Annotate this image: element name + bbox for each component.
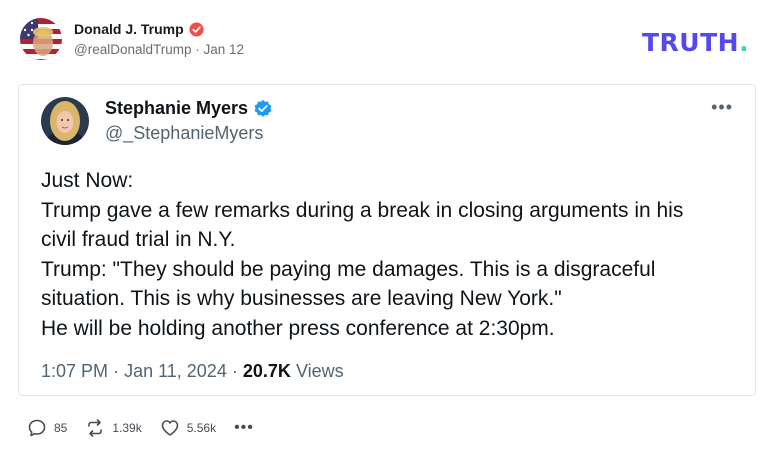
tweet-header: Stephanie Myers @_StephanieMyers	[41, 97, 273, 145]
avatar[interactable]	[20, 18, 62, 60]
reply-button[interactable]: 85	[27, 418, 67, 438]
post-actions: 85 1.39k 5.56k •••	[27, 418, 272, 438]
reply-count: 85	[54, 421, 68, 435]
views-label: Views	[295, 361, 344, 381]
tweet-line: Trump: "They should be paying me damages…	[41, 257, 656, 281]
author-name[interactable]: Donald J. Trump	[74, 21, 184, 37]
heart-icon	[161, 420, 179, 436]
tweet-body: Just Now: Trump gave a few remarks durin…	[41, 166, 731, 343]
separator: ·	[113, 361, 120, 381]
tweet-line: situation. This is why businesses are le…	[41, 287, 562, 310]
tweet-line: Trump gave a few remarks during a break …	[41, 198, 684, 222]
separator: ·	[231, 361, 238, 381]
post-header: Donald J. Trump @realDonaldTrump · Jan 1…	[20, 18, 244, 60]
tweet-more-options-button[interactable]: •••	[711, 97, 733, 118]
like-count: 5.56k	[186, 421, 217, 435]
separator: ·	[195, 42, 200, 57]
retruth-count: 1.39k	[112, 421, 142, 435]
tweet-date[interactable]: Jan 11, 2024	[124, 361, 227, 381]
embedded-tweet-card[interactable]: Stephanie Myers @_StephanieMyers ••• Jus…	[18, 84, 756, 396]
verified-badge-icon	[189, 21, 204, 37]
post-date[interactable]: Jan 12	[204, 42, 245, 57]
tweet-line: He will be holding another press confere…	[41, 316, 555, 340]
like-button[interactable]: 5.56k	[160, 418, 216, 438]
truth-logo[interactable]: TRUTH.	[642, 28, 749, 57]
tweet-line: Just Now:	[41, 169, 134, 192]
reply-icon	[28, 419, 46, 437]
author-handle[interactable]: @realDonaldTrump	[74, 42, 192, 57]
tweet-time[interactable]: 1:07 PM	[41, 361, 108, 381]
retruth-icon	[88, 419, 103, 437]
more-options-button[interactable]: •••	[234, 419, 254, 437]
post-author: Donald J. Trump @realDonaldTrump · Jan 1…	[74, 21, 244, 57]
tweet-line: civil fraud trial in N.Y.	[41, 228, 236, 251]
verified-badge-icon	[254, 99, 272, 117]
tweet-meta: 1:07 PM · Jan 11, 2024 · 20.7K Views	[41, 361, 344, 382]
tweet-author-handle[interactable]: @_StephanieMyers	[105, 123, 273, 144]
retruth-button[interactable]: 1.39k	[85, 418, 142, 438]
tweet-author-name[interactable]: Stephanie Myers	[105, 98, 248, 119]
tweet-avatar[interactable]	[41, 97, 89, 145]
views-count: 20.7K	[242, 361, 291, 381]
